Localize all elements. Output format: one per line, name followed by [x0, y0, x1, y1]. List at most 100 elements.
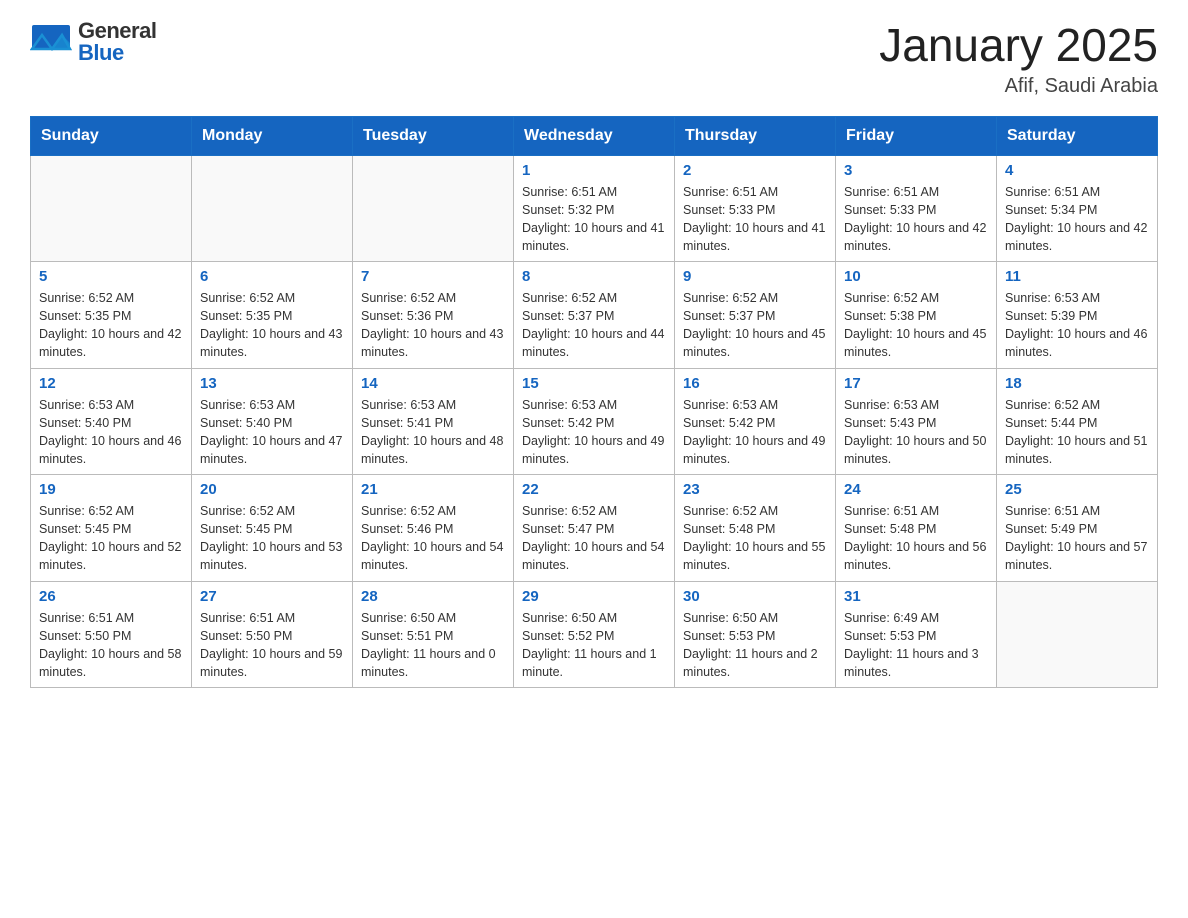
calendar-cell-w2-d6: 10 Sunrise: 6:52 AMSunset: 5:38 PMDayligh…: [836, 262, 997, 369]
calendar-cell-w4-d1: 19 Sunrise: 6:52 AMSunset: 5:45 PMDayligh…: [31, 475, 192, 582]
day-info: Sunrise: 6:51 AMSunset: 5:50 PMDaylight:…: [200, 609, 344, 682]
day-info: Sunrise: 6:53 AMSunset: 5:42 PMDaylight:…: [683, 396, 827, 469]
calendar-week-2: 5Sunrise: 6:52 AMSunset: 5:35 PMDaylight…: [31, 262, 1158, 369]
day-info: Sunrise: 6:51 AMSunset: 5:32 PMDaylight:…: [522, 183, 666, 256]
day-number: 22: [522, 481, 666, 498]
logo: General Blue: [30, 20, 156, 64]
calendar-week-1: 1Sunrise: 6:51 AMSunset: 5:32 PMDaylight…: [31, 155, 1158, 262]
day-info: Sunrise: 6:53 AMSunset: 5:43 PMDaylight:…: [844, 396, 988, 469]
calendar-cell-w3-d4: 15 Sunrise: 6:53 AMSunset: 5:42 PMDayligh…: [514, 368, 675, 475]
day-info: Sunrise: 6:51 AMSunset: 5:49 PMDaylight:…: [1005, 502, 1149, 575]
logo-general: General: [78, 20, 156, 42]
logo-text: General Blue: [78, 20, 156, 64]
col-tuesday: Tuesday: [353, 116, 514, 155]
day-info: Sunrise: 6:53 AMSunset: 5:42 PMDaylight:…: [522, 396, 666, 469]
calendar-cell-w5-d2: 27 Sunrise: 6:51 AMSunset: 5:50 PMDayligh…: [192, 581, 353, 688]
calendar-cell-w2-d5: 9 Sunrise: 6:52 AMSunset: 5:37 PMDaylight…: [675, 262, 836, 369]
logo-blue: Blue: [78, 42, 156, 64]
calendar-cell-w3-d7: 18 Sunrise: 6:52 AMSunset: 5:44 PMDayligh…: [997, 368, 1158, 475]
day-number: 24: [844, 481, 988, 498]
calendar-week-4: 19 Sunrise: 6:52 AMSunset: 5:45 PMDayligh…: [31, 475, 1158, 582]
day-number: 16: [683, 375, 827, 392]
calendar-cell-w4-d7: 25 Sunrise: 6:51 AMSunset: 5:49 PMDayligh…: [997, 475, 1158, 582]
calendar-cell-w4-d6: 24Sunrise: 6:51 AMSunset: 5:48 PMDayligh…: [836, 475, 997, 582]
calendar-cell-w2-d7: 11 Sunrise: 6:53 AMSunset: 5:39 PMDayligh…: [997, 262, 1158, 369]
day-number: 6: [200, 268, 344, 285]
day-info: Sunrise: 6:53 AMSunset: 5:40 PMDaylight:…: [39, 396, 183, 469]
day-info: Sunrise: 6:52 AMSunset: 5:37 PMDaylight:…: [522, 289, 666, 362]
day-info: Sunrise: 6:51 AMSunset: 5:33 PMDaylight:…: [844, 183, 988, 256]
day-number: 4: [1005, 162, 1149, 179]
day-number: 8: [522, 268, 666, 285]
title-area: January 2025 Afif, Saudi Arabia: [879, 20, 1158, 98]
calendar-cell-w4-d2: 20Sunrise: 6:52 AMSunset: 5:45 PMDayligh…: [192, 475, 353, 582]
day-number: 27: [200, 588, 344, 605]
calendar-cell-w4-d3: 21Sunrise: 6:52 AMSunset: 5:46 PMDayligh…: [353, 475, 514, 582]
calendar-body: 1Sunrise: 6:51 AMSunset: 5:32 PMDaylight…: [31, 155, 1158, 688]
day-number: 12: [39, 375, 183, 392]
day-info: Sunrise: 6:53 AMSunset: 5:41 PMDaylight:…: [361, 396, 505, 469]
day-info: Sunrise: 6:52 AMSunset: 5:38 PMDaylight:…: [844, 289, 988, 362]
day-number: 17: [844, 375, 988, 392]
day-number: 11: [1005, 268, 1149, 285]
day-number: 18: [1005, 375, 1149, 392]
day-info: Sunrise: 6:52 AMSunset: 5:35 PMDaylight:…: [200, 289, 344, 362]
day-number: 7: [361, 268, 505, 285]
day-info: Sunrise: 6:52 AMSunset: 5:48 PMDaylight:…: [683, 502, 827, 575]
logo-icon: [30, 21, 72, 63]
day-number: 10: [844, 268, 988, 285]
day-info: Sunrise: 6:52 AMSunset: 5:37 PMDaylight:…: [683, 289, 827, 362]
calendar-cell-w1-d2: [192, 155, 353, 262]
day-info: Sunrise: 6:52 AMSunset: 5:36 PMDaylight:…: [361, 289, 505, 362]
calendar-cell-w5-d4: 29 Sunrise: 6:50 AMSunset: 5:52 PMDayligh…: [514, 581, 675, 688]
calendar-cell-w3-d5: 16 Sunrise: 6:53 AMSunset: 5:42 PMDayligh…: [675, 368, 836, 475]
calendar-week-5: 26 Sunrise: 6:51 AMSunset: 5:50 PMDayligh…: [31, 581, 1158, 688]
day-number: 2: [683, 162, 827, 179]
calendar-cell-w1-d1: [31, 155, 192, 262]
day-number: 14: [361, 375, 505, 392]
calendar-cell-w5-d3: 28 Sunrise: 6:50 AMSunset: 5:51 PMDayligh…: [353, 581, 514, 688]
day-info: Sunrise: 6:50 AMSunset: 5:51 PMDaylight:…: [361, 609, 505, 682]
calendar-cell-w1-d6: 3 Sunrise: 6:51 AMSunset: 5:33 PMDaylight…: [836, 155, 997, 262]
day-info: Sunrise: 6:52 AMSunset: 5:47 PMDaylight:…: [522, 502, 666, 575]
day-info: Sunrise: 6:52 AMSunset: 5:44 PMDaylight:…: [1005, 396, 1149, 469]
calendar-week-3: 12 Sunrise: 6:53 AMSunset: 5:40 PMDayligh…: [31, 368, 1158, 475]
calendar-cell-w4-d4: 22 Sunrise: 6:52 AMSunset: 5:47 PMDayligh…: [514, 475, 675, 582]
day-number: 30: [683, 588, 827, 605]
day-info: Sunrise: 6:50 AMSunset: 5:53 PMDaylight:…: [683, 609, 827, 682]
col-friday: Friday: [836, 116, 997, 155]
day-info: Sunrise: 6:53 AMSunset: 5:39 PMDaylight:…: [1005, 289, 1149, 362]
day-number: 29: [522, 588, 666, 605]
calendar-cell-w1-d4: 1Sunrise: 6:51 AMSunset: 5:32 PMDaylight…: [514, 155, 675, 262]
calendar-cell-w3-d6: 17 Sunrise: 6:53 AMSunset: 5:43 PMDayligh…: [836, 368, 997, 475]
day-number: 26: [39, 588, 183, 605]
calendar-cell-w2-d3: 7 Sunrise: 6:52 AMSunset: 5:36 PMDaylight…: [353, 262, 514, 369]
day-info: Sunrise: 6:52 AMSunset: 5:45 PMDaylight:…: [200, 502, 344, 575]
calendar-cell-w3-d3: 14 Sunrise: 6:53 AMSunset: 5:41 PMDayligh…: [353, 368, 514, 475]
calendar-cell-w2-d4: 8 Sunrise: 6:52 AMSunset: 5:37 PMDaylight…: [514, 262, 675, 369]
day-info: Sunrise: 6:49 AMSunset: 5:53 PMDaylight:…: [844, 609, 988, 682]
day-number: 19: [39, 481, 183, 498]
day-number: 15: [522, 375, 666, 392]
calendar-header-row: Sunday Monday Tuesday Wednesday Thursday…: [31, 116, 1158, 155]
day-number: 28: [361, 588, 505, 605]
calendar-cell-w4-d5: 23Sunrise: 6:52 AMSunset: 5:48 PMDayligh…: [675, 475, 836, 582]
day-number: 9: [683, 268, 827, 285]
col-thursday: Thursday: [675, 116, 836, 155]
calendar-cell-w1-d7: 4Sunrise: 6:51 AMSunset: 5:34 PMDaylight…: [997, 155, 1158, 262]
col-saturday: Saturday: [997, 116, 1158, 155]
day-number: 3: [844, 162, 988, 179]
calendar-cell-w3-d1: 12 Sunrise: 6:53 AMSunset: 5:40 PMDayligh…: [31, 368, 192, 475]
calendar-cell-w1-d5: 2 Sunrise: 6:51 AMSunset: 5:33 PMDaylight…: [675, 155, 836, 262]
day-number: 13: [200, 375, 344, 392]
day-info: Sunrise: 6:51 AMSunset: 5:33 PMDaylight:…: [683, 183, 827, 256]
calendar-cell-w5-d7: [997, 581, 1158, 688]
day-info: Sunrise: 6:53 AMSunset: 5:40 PMDaylight:…: [200, 396, 344, 469]
day-number: 25: [1005, 481, 1149, 498]
day-info: Sunrise: 6:50 AMSunset: 5:52 PMDaylight:…: [522, 609, 666, 682]
page-header: General Blue January 2025 Afif, Saudi Ar…: [30, 20, 1158, 98]
calendar-cell-w1-d3: [353, 155, 514, 262]
day-info: Sunrise: 6:52 AMSunset: 5:45 PMDaylight:…: [39, 502, 183, 575]
day-info: Sunrise: 6:52 AMSunset: 5:35 PMDaylight:…: [39, 289, 183, 362]
calendar-cell-w5-d5: 30 Sunrise: 6:50 AMSunset: 5:53 PMDayligh…: [675, 581, 836, 688]
